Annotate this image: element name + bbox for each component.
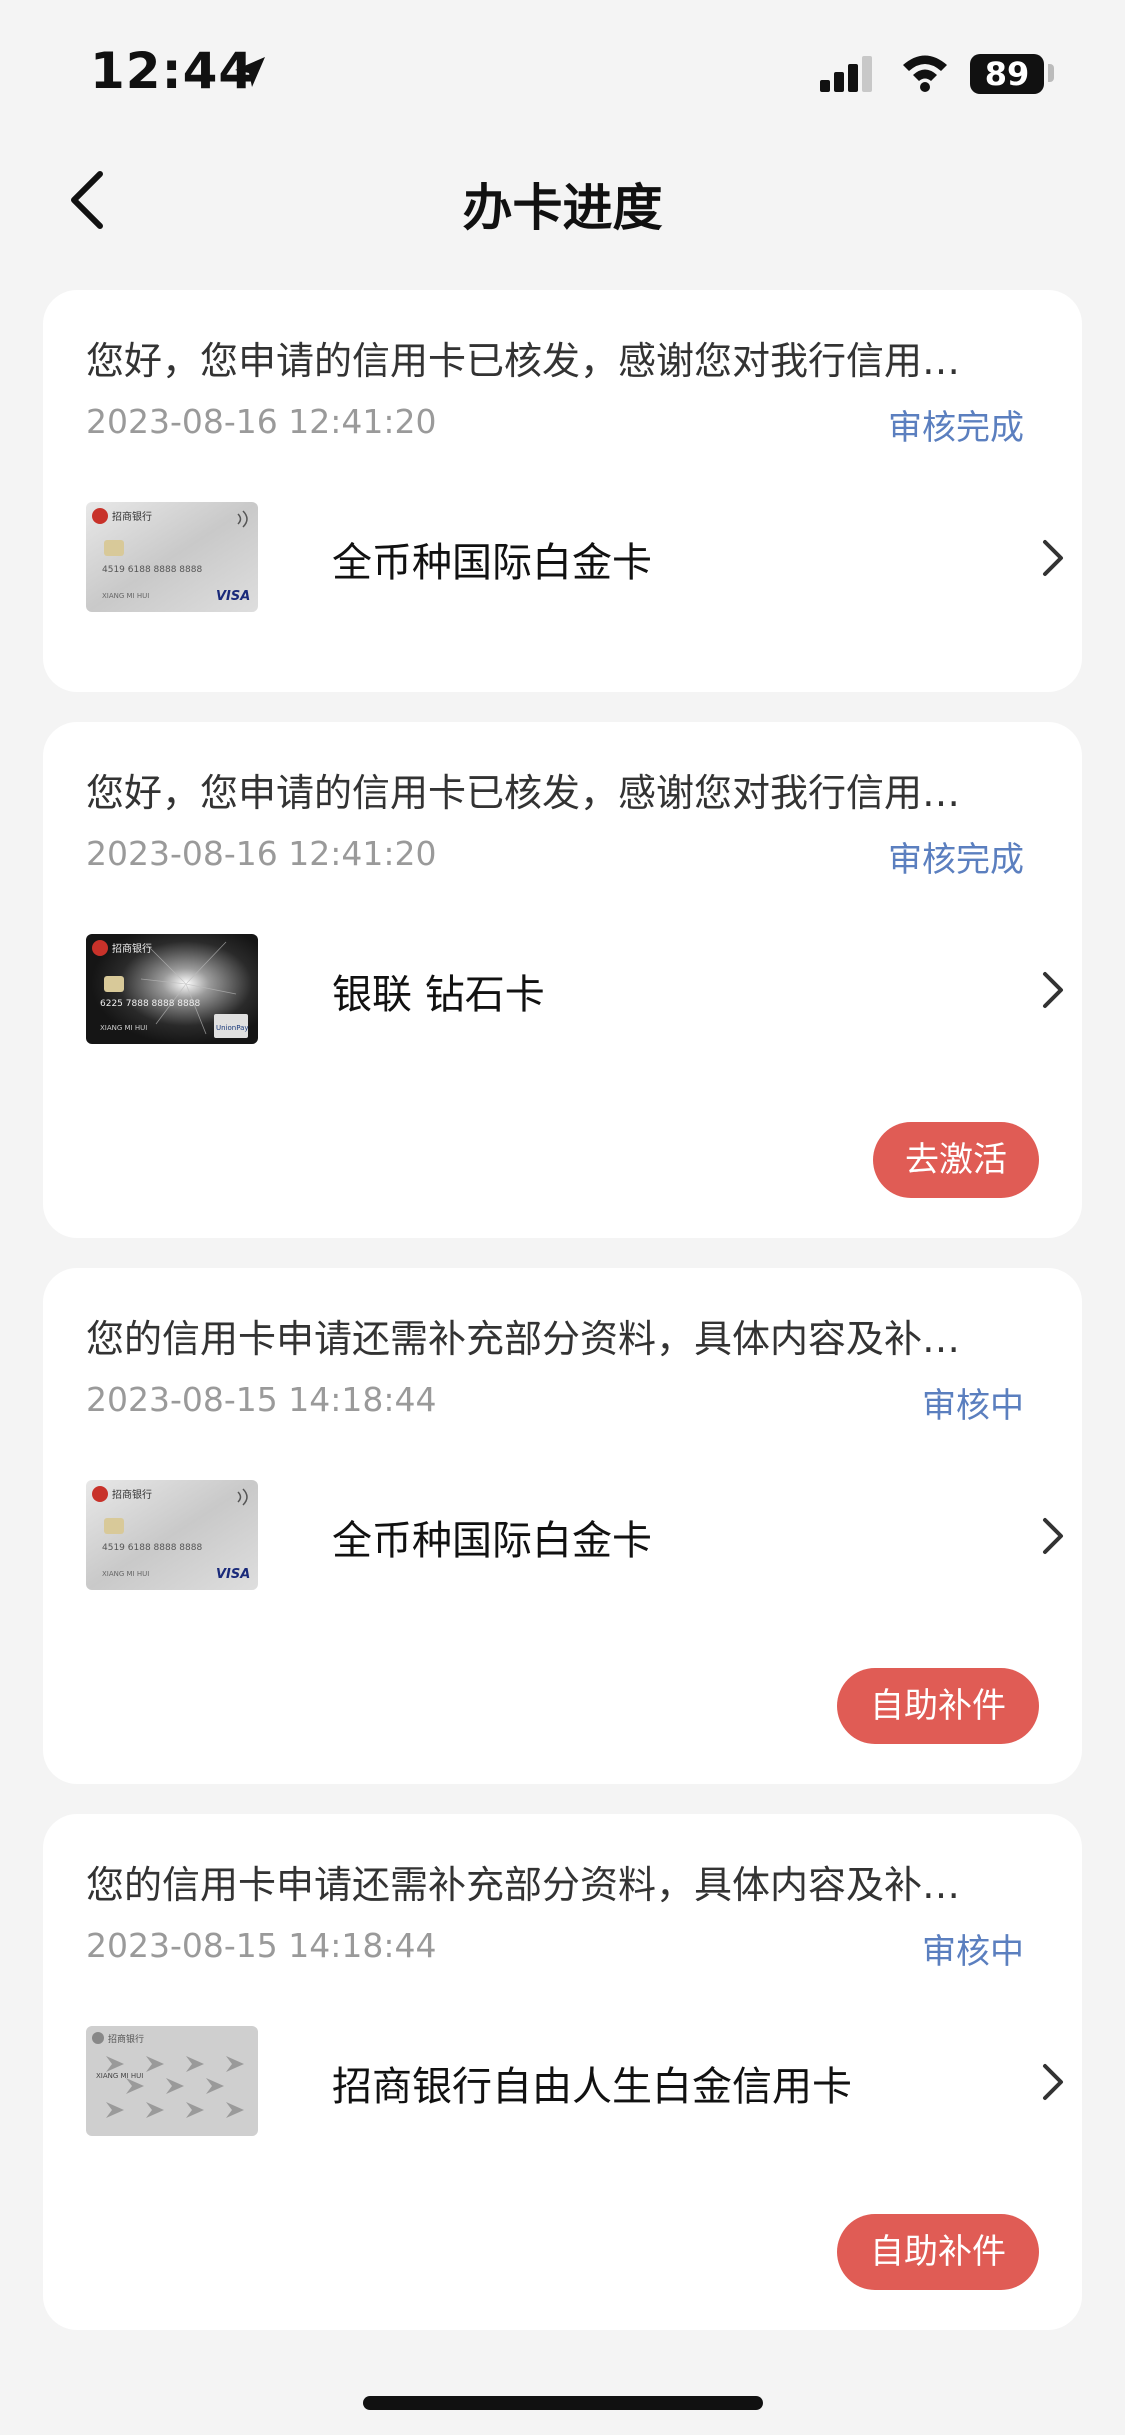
progress-card: 您好，您申请的信用卡已核发，感谢您对我行信用… 2023-08-16 12:41… bbox=[43, 722, 1082, 1238]
status-label: 审核完成 bbox=[888, 840, 1024, 880]
thumb-card-number: 6225 7888 8888 8888 bbox=[100, 999, 200, 1009]
card-message: 您好，您申请的信用卡已核发，感谢您对我行信用… bbox=[86, 339, 961, 383]
nav-bar: 办卡进度 bbox=[0, 150, 1125, 250]
thumb-card-brand: VISA bbox=[216, 589, 250, 604]
thumb-card-brand: VISA bbox=[216, 1567, 250, 1582]
thumb-card-number: 4519 6188 8888 8888 bbox=[102, 1543, 202, 1553]
page-title: 办卡进度 bbox=[462, 179, 663, 237]
card-message: 您的信用卡申请还需补充部分资料，具体内容及补… bbox=[86, 1863, 961, 1907]
thumb-bank-logo: 招商银行 bbox=[112, 510, 152, 523]
progress-card: 您的信用卡申请还需补充部分资料，具体内容及补… 2023-08-15 14:18… bbox=[43, 1268, 1082, 1784]
card-date: 2023-08-15 14:18:44 bbox=[86, 1380, 437, 1419]
signal-icon bbox=[820, 56, 876, 96]
thumb-card-holder: XIANG MI HUI bbox=[100, 1024, 147, 1032]
thumb-card-number: 4519 6188 8888 8888 bbox=[102, 565, 202, 575]
status-bar: 12:44 89 bbox=[0, 0, 1125, 140]
thumb-card-holder: XIANG MI HUI bbox=[96, 2072, 143, 2080]
card-thumbnail: 招商银行 4519 6188 8888 8888 XIANG MI HUI VI… bbox=[86, 1480, 258, 1590]
chevron-right-icon bbox=[1041, 970, 1065, 1014]
card-thumbnail: 招商银行 4519 6188 8888 8888 XIANG MI HUI VI… bbox=[86, 502, 258, 612]
card-product-name: 招商银行自由人生白金信用卡 bbox=[332, 2064, 852, 2110]
supplement-docs-button[interactable]: 自助补件 bbox=[837, 1668, 1039, 1744]
status-label: 审核中 bbox=[922, 1932, 1024, 1972]
card-date: 2023-08-16 12:41:20 bbox=[86, 834, 437, 873]
status-time: 12:44 bbox=[90, 42, 255, 100]
wifi-icon bbox=[900, 52, 950, 96]
battery-tip bbox=[1048, 64, 1054, 82]
thumb-bank-logo: 招商银行 bbox=[112, 1488, 152, 1501]
card-thumbnail: 招商银行 6225 7888 8888 8888 XIANG MI HUI Un… bbox=[86, 934, 258, 1044]
status-label: 审核中 bbox=[922, 1386, 1024, 1426]
card-date: 2023-08-15 14:18:44 bbox=[86, 1926, 437, 1965]
chevron-right-icon bbox=[1041, 1516, 1065, 1560]
card-product-name: 全币种国际白金卡 bbox=[332, 540, 652, 586]
supplement-docs-button[interactable]: 自助补件 bbox=[837, 2214, 1039, 2290]
card-product-name: 全币种国际白金卡 bbox=[332, 1518, 652, 1564]
location-arrow-icon bbox=[232, 54, 268, 94]
chevron-right-icon bbox=[1041, 538, 1065, 582]
thumb-card-holder: XIANG MI HUI bbox=[102, 592, 149, 600]
card-message: 您好，您申请的信用卡已核发，感谢您对我行信用… bbox=[86, 771, 961, 815]
activate-button[interactable]: 去激活 bbox=[873, 1122, 1039, 1198]
chevron-right-icon bbox=[1041, 2062, 1065, 2106]
card-product-row[interactable]: 招商银行 4519 6188 8888 8888 XIANG MI HUI VI… bbox=[86, 1480, 1066, 1592]
status-label: 审核完成 bbox=[888, 408, 1024, 448]
thumb-bank-logo: 招商银行 bbox=[108, 2033, 144, 2045]
card-product-name: 银联 钻石卡 bbox=[332, 972, 545, 1018]
card-message: 您的信用卡申请还需补充部分资料，具体内容及补… bbox=[86, 1317, 961, 1361]
progress-card: 您的信用卡申请还需补充部分资料，具体内容及补… 2023-08-15 14:18… bbox=[43, 1814, 1082, 2330]
battery-icon: 89 bbox=[970, 54, 1044, 94]
thumb-card-holder: XIANG MI HUI bbox=[102, 1570, 149, 1578]
thumb-bank-logo: 招商银行 bbox=[112, 942, 152, 955]
card-date: 2023-08-16 12:41:20 bbox=[86, 402, 437, 441]
thumb-card-brand: UnionPay bbox=[216, 1024, 249, 1032]
home-indicator[interactable] bbox=[363, 2396, 763, 2410]
progress-card: 您好，您申请的信用卡已核发，感谢您对我行信用… 2023-08-16 12:41… bbox=[43, 290, 1082, 692]
card-product-row[interactable]: 招商银行 6225 7888 8888 8888 XIANG MI HUI Un… bbox=[86, 934, 1066, 1046]
card-product-row[interactable]: 招商银行 XIANG MI HUI 招商银行自由人生白金信用卡 bbox=[86, 2026, 1066, 2138]
card-product-row[interactable]: 招商银行 4519 6188 8888 8888 XIANG MI HUI VI… bbox=[86, 502, 1066, 614]
card-thumbnail: 招商银行 XIANG MI HUI bbox=[86, 2026, 258, 2136]
